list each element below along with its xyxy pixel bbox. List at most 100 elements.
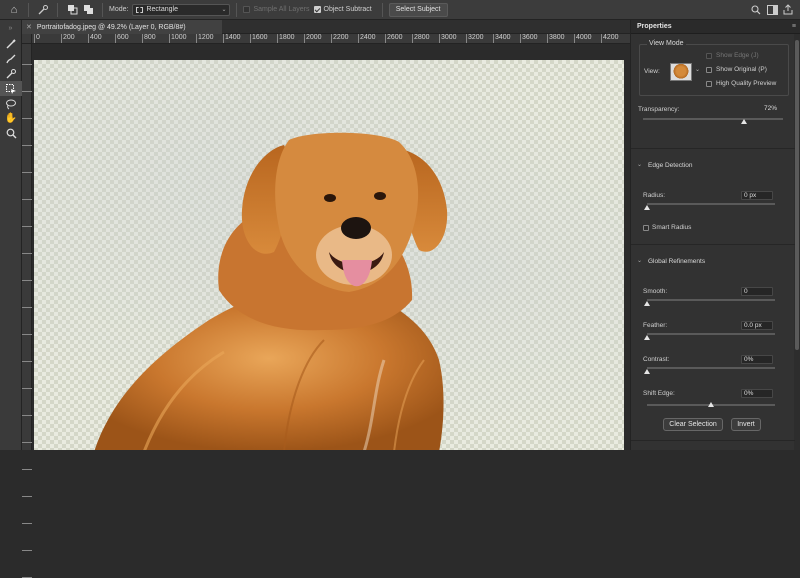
global-refinements-title[interactable]: Global Refinements: [648, 258, 705, 265]
smooth-label: Smooth:: [643, 288, 668, 295]
feather-value[interactable]: 0.0 px: [741, 321, 773, 330]
divider: [631, 440, 795, 441]
ruler-tick-label: 600: [115, 34, 129, 43]
transparency-value[interactable]: 72%: [757, 105, 779, 114]
contrast-slider[interactable]: [647, 367, 775, 369]
panel-scrollbar[interactable]: [794, 34, 800, 450]
quick-selection-tool-icon[interactable]: [35, 2, 51, 18]
ruler-tick-label: 3800: [547, 34, 565, 43]
show-edge-label: Show Edge (J): [716, 52, 759, 59]
object-subtract-checkbox[interactable]: [313, 6, 321, 13]
invert-button[interactable]: Invert: [731, 418, 761, 431]
ruler-tick-label: 0: [34, 34, 40, 43]
divider: [102, 2, 103, 17]
radius-slider-knob[interactable]: [644, 205, 650, 210]
horizontal-ruler[interactable]: 0 200 400 600 800 1000 1200 1400 1600 1800 2000 220…: [32, 34, 630, 44]
feather-label: Feather:: [643, 322, 668, 329]
ruler-tick-label: 2200: [331, 34, 349, 43]
collapse-icon[interactable]: »: [0, 20, 21, 36]
object-subtract-label: Object Subtract: [323, 6, 372, 13]
edge-detection-title[interactable]: Edge Detection: [648, 162, 692, 169]
contrast-label: Contrast:: [643, 356, 670, 363]
document-tab-bar: ✕ Portraitofadog.jpeg @ 49.2% (Layer 0, …: [22, 20, 630, 34]
ruler-tick: [22, 334, 32, 335]
smooth-slider[interactable]: [647, 299, 775, 301]
ruler-tick: [22, 253, 32, 254]
show-original-label: Show Original (P): [716, 66, 767, 73]
smooth-value[interactable]: 0: [741, 287, 773, 296]
shift-edge-slider-knob[interactable]: [708, 402, 714, 407]
ruler-tick-label: 1400: [223, 34, 241, 43]
ruler-tick-label: 800: [142, 34, 156, 43]
dog-subject: [94, 132, 448, 450]
transparency-slider-knob[interactable]: [740, 119, 747, 124]
show-original-checkbox[interactable]: [706, 67, 712, 73]
high-quality-preview-label: High Quality Preview: [716, 80, 777, 87]
transparency-slider[interactable]: [643, 118, 783, 120]
divider: [57, 2, 58, 17]
ruler-tick: [22, 361, 32, 362]
ruler-tick: [22, 64, 32, 65]
sample-all-layers-checkbox[interactable]: [243, 6, 251, 13]
radius-slider[interactable]: [647, 203, 775, 205]
shift-edge-value[interactable]: 0%: [741, 389, 773, 398]
ruler-tick-label: 3600: [520, 34, 538, 43]
scrollbar-thumb[interactable]: [795, 40, 799, 350]
high-quality-preview-checkbox[interactable]: [706, 81, 712, 87]
rectangle-select-tool-icon[interactable]: [0, 81, 22, 96]
lasso-tool-icon[interactable]: [0, 96, 22, 111]
view-mode-group: View Mode View: ⌄ Show Edge (J) Show Ori…: [639, 40, 789, 96]
workspace-icon[interactable]: [764, 2, 780, 18]
ruler-tick-label: 1800: [277, 34, 295, 43]
smart-radius-checkbox[interactable]: [643, 225, 649, 231]
canvas-area[interactable]: [32, 44, 630, 450]
ruler-tick: [22, 280, 32, 281]
clear-selection-button[interactable]: Clear Selection: [663, 418, 723, 431]
divider: [236, 2, 238, 17]
smart-radius-label: Smart Radius: [652, 224, 692, 231]
search-icon[interactable]: [748, 2, 764, 18]
view-mode-thumbnail[interactable]: [670, 63, 692, 81]
hand-tool-icon[interactable]: ✋: [0, 111, 22, 126]
ruler-tick: [22, 172, 32, 173]
close-icon[interactable]: ✕: [26, 23, 32, 31]
chevron-down-icon[interactable]: ⌄: [695, 66, 700, 73]
document-image[interactable]: [34, 60, 624, 450]
contrast-slider-knob[interactable]: [644, 369, 650, 374]
document-tab-title: Portraitofadog.jpeg @ 49.2% (Layer 0, RG…: [36, 23, 186, 31]
transparency-label: Transparency:: [638, 106, 680, 113]
mode-select-value: Rectangle: [146, 5, 178, 13]
chevron-down-icon: ⌄: [221, 6, 227, 13]
document-tab[interactable]: ✕ Portraitofadog.jpeg @ 49.2% (Layer 0, …: [22, 20, 222, 34]
divider: [28, 2, 29, 17]
home-icon[interactable]: ⌂: [6, 2, 22, 18]
mode-select[interactable]: Rectangle ⌄: [132, 3, 231, 16]
radius-value[interactable]: 0 px: [741, 191, 773, 200]
feather-slider-knob[interactable]: [644, 335, 650, 340]
options-bar: ⌂ Mode: Rectangle ⌄ Sample All Layers Ob…: [0, 0, 800, 20]
sample-all-layers-label: Sample All Layers: [253, 6, 310, 13]
ruler-tick-label: 4000: [574, 34, 592, 43]
brush-tool-icon[interactable]: [0, 51, 22, 66]
show-edge-checkbox[interactable]: [706, 53, 712, 59]
contrast-value[interactable]: 0%: [741, 355, 773, 364]
feather-slider[interactable]: [647, 333, 775, 335]
refine-edge-brush-icon[interactable]: [0, 36, 22, 51]
chevron-down-icon[interactable]: ⌄: [637, 257, 642, 264]
zoom-tool-icon[interactable]: [0, 126, 22, 141]
tools-panel: » ✋: [0, 20, 22, 450]
select-subject-button[interactable]: Select Subject: [388, 2, 448, 17]
add-to-selection-icon[interactable]: [80, 2, 96, 18]
ruler-tick-label: 200: [61, 34, 75, 43]
ruler-tick: [22, 388, 32, 389]
panel-menu-icon[interactable]: ≡: [792, 23, 796, 30]
new-selection-icon[interactable]: [64, 2, 80, 18]
properties-panel: Properties ≡ View Mode View: ⌄ Show Edge…: [630, 20, 800, 450]
object-selection-tool-icon[interactable]: [0, 66, 22, 81]
chevron-down-icon[interactable]: ⌄: [637, 161, 642, 168]
ruler-tick: [22, 307, 32, 308]
smooth-slider-knob[interactable]: [644, 301, 650, 306]
ruler-tick: [22, 550, 32, 551]
vertical-ruler[interactable]: [22, 44, 32, 578]
share-icon[interactable]: [780, 2, 796, 18]
